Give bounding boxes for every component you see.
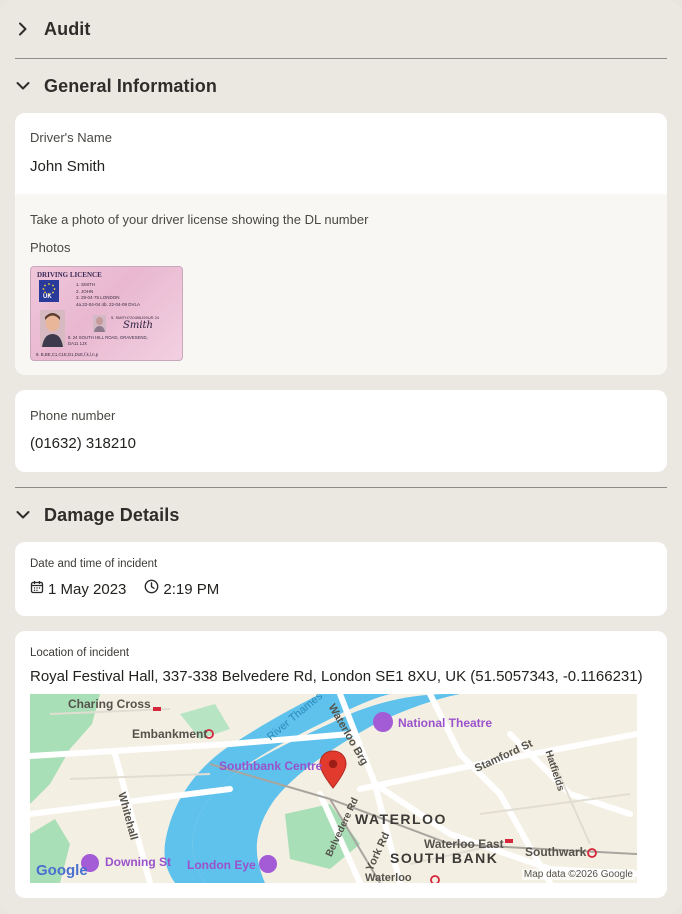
eu-flag-icon: UK (39, 280, 59, 302)
calendar-icon (30, 580, 44, 599)
general-section-title: General Information (44, 75, 217, 96)
section-divider (15, 487, 667, 488)
driver-name-label: Driver's Name (30, 130, 112, 145)
location-value: Royal Festival Hall, 337-338 Belvedere R… (30, 668, 643, 685)
license-photo-thumbnail[interactable]: DRIVING LICENCE UK 1. SMITH 2. JOHN 3. 2 (30, 266, 183, 361)
map-label-downing-st: Downing St (105, 855, 171, 869)
photo-panel: Take a photo of your driver license show… (15, 194, 667, 375)
photos-label: Photos (30, 240, 71, 255)
chevron-down-icon (16, 79, 30, 93)
location-label: Location of incident (30, 647, 130, 659)
license-categories: 9. B,BE,C1,C1E,D1,D1E,f,k,l,n,p (36, 352, 99, 357)
photo-instruction: Take a photo of your driver license show… (30, 212, 369, 227)
phone-card: Phone number (01632) 318210 (15, 390, 667, 472)
theatre-icon (373, 712, 393, 732)
section-divider (15, 58, 667, 59)
location-card: Location of incident Royal Festival Hall… (15, 631, 667, 898)
audit-section-toggle[interactable]: Audit (16, 14, 90, 44)
incident-date: 1 May 2023 (48, 580, 127, 598)
license-signature: Smith (123, 320, 153, 331)
phone-label: Phone number (30, 408, 116, 423)
map-label-south-bank: SOUTH BANK (390, 850, 499, 866)
map-label-waterloo-east: Waterloo East (424, 837, 504, 851)
audit-section-title: Audit (44, 18, 91, 39)
license-portrait (40, 310, 65, 347)
map-label-waterloo-area: WATERLOO (355, 811, 447, 827)
license-details: 1. SMITH 2. JOHN 3. 29-04-75 LONDON 4a.2… (76, 282, 141, 307)
google-logo: Google (36, 862, 88, 879)
map-label-southwark: Southwark (525, 845, 587, 859)
datetime-label: Date and time of incident (30, 558, 158, 570)
license-ghost-portrait (93, 315, 106, 332)
map-label-southbank-centre: Southbank Centre (219, 759, 323, 773)
map-label-charing-cross: Charing Cross (68, 697, 151, 711)
map-label-national-theatre: National Theatre (398, 716, 493, 730)
claim-form-page: Audit General Information Driver's Name … (0, 0, 682, 914)
chevron-right-icon (16, 22, 30, 36)
chevron-down-icon (16, 508, 30, 522)
clock-icon (144, 579, 159, 599)
license-address: 8. 24 SOUTH HILL ROAD, GRAVESEND, DA11 1… (68, 335, 148, 346)
driver-card: Driver's Name John Smith Take a photo of… (15, 113, 667, 375)
driver-name-value: John Smith (30, 158, 106, 175)
map-label-waterloo-station: Waterloo (365, 872, 412, 883)
incident-map[interactable]: Charing Cross Embankment River Thames Wa… (30, 694, 637, 883)
license-header: DRIVING LICENCE (37, 271, 102, 279)
damage-section-toggle[interactable]: Damage Details (16, 500, 179, 530)
datetime-values: 1 May 2023 2:19 PM (30, 579, 219, 599)
camera-icon (259, 855, 277, 873)
map-attribution: Map data ©2026 Google (521, 869, 635, 880)
damage-section-title: Damage Details (44, 504, 180, 525)
map-label-embankment: Embankment (132, 727, 208, 741)
datetime-card: Date and time of incident 1 May 2023 2:1… (15, 542, 667, 616)
map-label-london-eye: London Eye (187, 858, 256, 872)
phone-value: (01632) 318210 (30, 435, 136, 452)
incident-time: 2:19 PM (163, 580, 220, 598)
general-section-toggle[interactable]: General Information (16, 71, 217, 101)
